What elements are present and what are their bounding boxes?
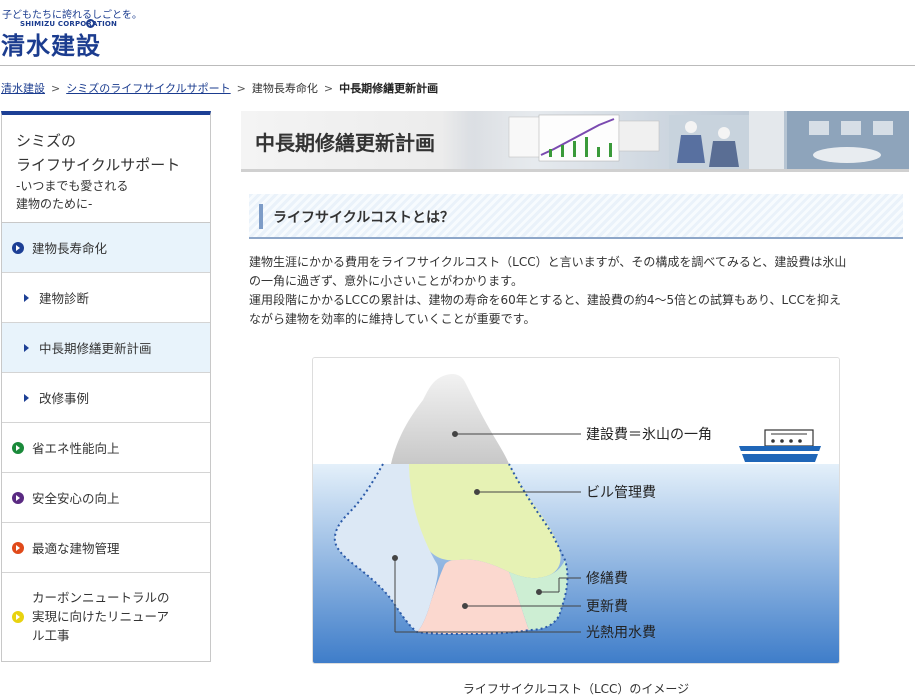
sidebar-item-label: 最適な建物管理 [32,541,120,556]
logo-tagline: 子どもたちに誇れるしごとを。 [2,10,142,21]
sidebar-subtitle: -いつまでも愛される [16,179,129,193]
sidebar-item-energy[interactable]: 省エネ性能向上 [2,423,210,473]
sidebar-item-label-line: カーボンニュートラルの [32,590,170,605]
sidebar-item-label: 建物長寿命化 [32,241,108,256]
sidebar-item-label: 中長期修繕更新計画 [39,341,152,356]
sidebar-nav: シミズの ライフサイクルサポート -いつまでも愛される 建物のために- 建物長寿… [1,111,211,662]
circle-arrow-icon [12,491,24,504]
sidebar-item-repair-plan[interactable]: 中長期修繕更新計画 [2,323,210,373]
breadcrumb-home-link[interactable]: 清水建設 [1,82,45,95]
label-construction: 建設費＝氷山の一角 [586,427,712,443]
paragraph-line: 運用段階にかかるLCCの累計は、建物の寿命を60年とすると、建設費の約4〜5倍と… [249,293,841,307]
circle-arrow-icon [12,441,24,454]
iceberg-diagram: 建設費＝氷山の一角 ビル管理費 修繕費 更新費 光熱用水費 [313,358,839,663]
sidebar-title: ライフサイクルサポート [16,156,181,174]
sidebar-item-label: カーボンニュートラルの 実現に向けたリニューア ル工事 [32,588,170,645]
label-renewal: 更新費 [586,599,628,615]
banner-photo-image [469,111,909,169]
label-building-mgmt: ビル管理費 [586,485,656,501]
lcc-iceberg-figure: 建設費＝氷山の一角 ビル管理費 修繕費 更新費 光熱用水費 [312,357,840,664]
breadcrumb-lifecycle-link[interactable]: シミズのライフサイクルサポート [66,82,230,95]
sidebar-item-diagnosis[interactable]: 建物診断 [2,273,210,323]
site-header: 子どもたちに誇れるしごとを。 SHIMIZU CORPORATION 清水建設 [0,0,915,66]
sidebar-title: シミズの [16,132,77,150]
paragraph-line: 建物生涯にかかる費用をライフサイクルコスト（LCC）と言いますが、その構成を調べ… [249,255,847,269]
triangle-right-icon [24,393,29,402]
sidebar-item-label: 安全安心の向上 [32,491,120,506]
page-title: 中長期修繕更新計画 [255,131,435,155]
sidebar-header[interactable]: シミズの ライフサイクルサポート -いつまでも愛される 建物のために- [2,115,210,223]
breadcrumb: 清水建設 > シミズのライフサイクルサポート > 建物長寿命化 > 中長期修繕更新計画 [1,80,438,96]
page-banner: 中長期修繕更新計画 [241,111,909,172]
breadcrumb-separator: > [236,82,246,95]
label-utilities: 光熱用水費 [586,625,656,641]
body-text: 建物生涯にかかる費用をライフサイクルコスト（LCC）と言いますが、その構成を調べ… [249,253,905,329]
circle-arrow-icon [12,610,24,623]
circle-arrow-icon [12,541,24,554]
section-heading: ライフサイクルコストとは？ [249,194,903,239]
sidebar-item-label-line: ル工事 [32,628,70,643]
breadcrumb-current: 中長期修繕更新計画 [339,82,439,95]
sidebar-item-label-line: 実現に向けたリニューア [32,609,170,624]
sidebar-item-management[interactable]: 最適な建物管理 [2,523,210,573]
sidebar-item-label: 建物診断 [39,291,90,306]
figure-caption: ライフサイクルコスト（LCC）のイメージ [462,682,690,696]
breadcrumb-separator: > [323,82,334,95]
sidebar-item-label: 省エネ性能向上 [32,441,120,456]
paragraph-line: ながら建物を効率的に維持していくことが重要です。 [249,312,536,326]
triangle-right-icon [24,343,29,352]
triangle-right-icon [24,293,29,302]
company-logo[interactable]: 清水建設 [1,26,101,61]
breadcrumb-separator: > [51,82,61,95]
section-title: ライフサイクルコストとは？ [273,210,455,226]
sidebar-item-case-studies[interactable]: 改修事例 [2,373,210,423]
label-repair: 修繕費 [586,571,628,587]
sidebar-subtitle: 建物のために- [16,197,93,211]
sidebar-item-safety[interactable]: 安全安心の向上 [2,473,210,523]
sidebar-item-carbon-neutral[interactable]: カーボンニュートラルの 実現に向けたリニューア ル工事 [2,573,210,660]
breadcrumb-longevity: 建物長寿命化 [251,82,318,95]
circle-arrow-icon [12,241,24,254]
sidebar-item-label: 改修事例 [39,391,90,406]
paragraph-line: の一角に過ぎず、意外に小さいことがわかります。 [249,274,523,288]
sidebar-item-longevity[interactable]: 建物長寿命化 [2,223,210,273]
